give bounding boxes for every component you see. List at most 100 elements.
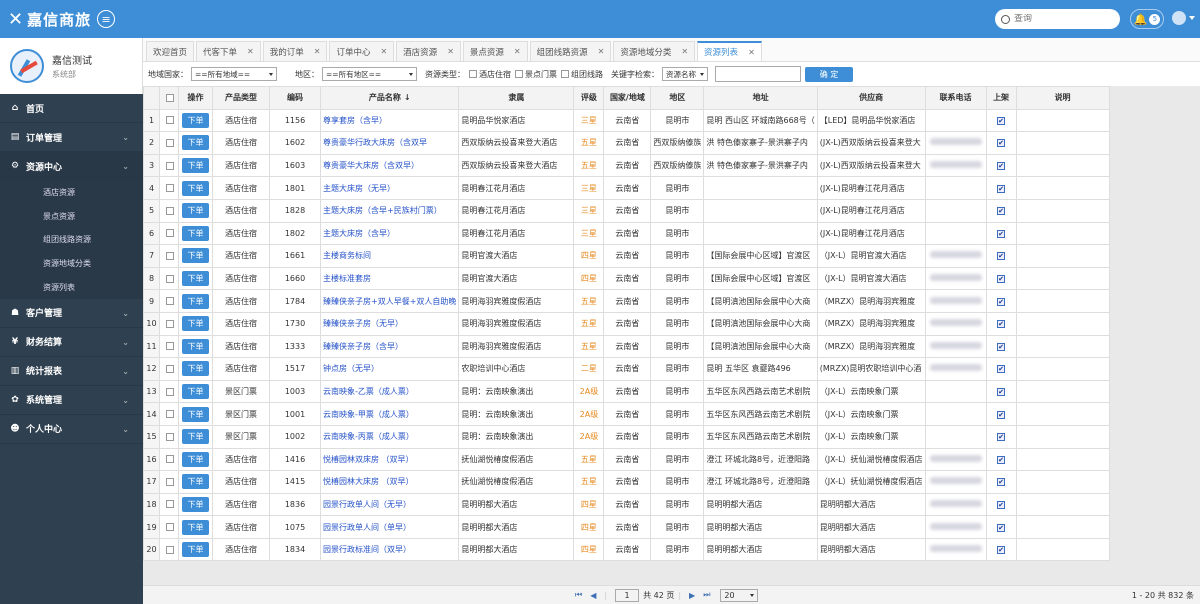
product-name-link[interactable]: 尊贵豪华大床房（含双早）	[323, 161, 419, 170]
row-checkbox[interactable]	[166, 297, 174, 306]
table-row[interactable]: 2 下单 酒店住宿 1602 尊贵豪华行政大床房（含双早 西双版纳云投喜来登大酒店 五星 云南…	[143, 131, 1110, 155]
product-name-link[interactable]: 臻臻侠亲子房（含早）	[323, 342, 403, 351]
column-header[interactable]: 国家/地域	[603, 86, 652, 110]
product-name-link[interactable]: 园景行政单人间（单早）	[323, 523, 411, 532]
product-name-link[interactable]: 主楼标准套房	[323, 274, 371, 283]
select-all-checkbox[interactable]	[166, 93, 174, 102]
table-row[interactable]: 14 下单 景区门票 1001 云南映象-甲票（成人票） 昆明：云南映象演出 2A级 云南省昆…	[143, 402, 1110, 426]
sidebar-item-5[interactable]: ▥ 统计报表 ⌄	[0, 357, 143, 386]
product-name-link[interactable]: 园景行政单人间（无早）	[323, 500, 411, 509]
sidebar-item-7[interactable]: ☻ 个人中心 ⌄	[0, 415, 143, 444]
close-icon[interactable]: ✕	[748, 48, 755, 57]
table-row[interactable]: 19 下单 酒店住宿 1075 园景行政单人间（单早） 昆明明都大酒店 四星 云南省 昆明市 昆明…	[143, 515, 1110, 539]
column-header[interactable]: 操作	[178, 86, 213, 110]
type-checkbox-scenic[interactable]	[515, 70, 523, 78]
row-checkbox[interactable]	[166, 161, 174, 170]
listed-checkbox[interactable]: ✔	[997, 275, 1006, 284]
sidebar-item-3[interactable]: ☗ 客户管理 ⌄	[0, 299, 143, 328]
tab-2[interactable]: 我的订单 ✕	[262, 41, 328, 61]
last-page-icon[interactable]: ⏭	[703, 590, 710, 600]
close-icon[interactable]: ✕	[681, 47, 688, 56]
search-input[interactable]	[1014, 14, 1109, 24]
row-checkbox[interactable]	[166, 432, 174, 441]
column-header[interactable]: 联系电话	[924, 86, 987, 110]
table-row[interactable]: 17 下单 酒店住宿 1415 悦椿园林大床房 （双早） 抚仙湖悦椿度假酒店 五星 云南省 昆明…	[143, 470, 1110, 494]
next-page-icon[interactable]: ▶	[689, 591, 695, 600]
column-header[interactable]: 产品类型	[212, 86, 270, 110]
sidebar-subitem[interactable]: 酒店资源	[0, 181, 143, 205]
row-checkbox[interactable]	[166, 229, 174, 238]
close-icon[interactable]: ✕	[247, 47, 254, 56]
product-name-link[interactable]: 云南映象-丙票（成人票）	[323, 432, 414, 441]
order-button[interactable]: 下单	[182, 338, 209, 354]
column-header[interactable]: 地址	[703, 86, 818, 110]
listed-checkbox[interactable]: ✔	[997, 229, 1006, 238]
table-row[interactable]: 3 下单 酒店住宿 1603 尊贵豪华大床房（含双早） 西双版纳云投喜来登大酒店 五星 云南省…	[143, 153, 1110, 178]
sidebar-item-0[interactable]: ⌂ 首页	[0, 94, 143, 123]
table-row[interactable]: 13 下单 景区门票 1003 云南映象-乙票（成人票） 昆明：云南映象演出 2A级 云南省昆…	[143, 379, 1110, 404]
row-checkbox[interactable]	[166, 319, 174, 328]
country-select[interactable]: ==所有地域==	[191, 67, 277, 81]
order-button[interactable]: 下单	[182, 112, 209, 128]
table-row[interactable]: 7 下单 酒店住宿 1661 主楼商务标间 昆明官渡大酒店 四星 云南省 昆明市 【国际会展中心区…	[143, 244, 1110, 268]
order-button[interactable]: 下单	[182, 203, 209, 219]
sidebar-subitem[interactable]: 资源列表	[0, 275, 143, 299]
table-row[interactable]: 15 下单 景区门票 1002 云南映象-丙票（成人票） 昆明：云南映象演出 2A级 云南省昆…	[143, 424, 1110, 449]
type-checkbox-hotel[interactable]	[469, 70, 477, 78]
tab-6[interactable]: 组团线路资源 ✕	[529, 41, 612, 61]
order-button[interactable]: 下单	[182, 293, 209, 309]
order-button[interactable]: 下单	[182, 158, 209, 174]
user-dropdown-icon[interactable]	[1189, 16, 1195, 20]
column-header[interactable]: 供应商	[816, 86, 926, 110]
table-row[interactable]: 20 下单 酒店住宿 1834 园景行政标准间（双早） 昆明明都大酒店 四星 云南省 昆明市 昆明…	[143, 537, 1110, 562]
listed-checkbox[interactable]: ✔	[997, 455, 1006, 464]
table-row[interactable]: 4 下单 酒店住宿 1801 主题大床房（无早） 昆明春江花月酒店 三星 云南省 昆明市 (JX-…	[143, 176, 1110, 200]
product-name-link[interactable]: 云南映象-乙票（成人票）	[323, 387, 414, 396]
order-button[interactable]: 下单	[182, 225, 209, 241]
listed-checkbox[interactable]: ✔	[997, 388, 1006, 397]
notification-button[interactable]: 🔔 5	[1130, 9, 1164, 29]
confirm-button[interactable]: 确 定	[805, 66, 853, 82]
product-name-link[interactable]: 臻臻侠亲子房+双人早餐+双人自助晚	[323, 297, 456, 306]
order-button[interactable]: 下单	[182, 180, 209, 196]
order-button[interactable]: 下单	[182, 361, 209, 377]
close-icon[interactable]: ✕	[514, 47, 521, 56]
row-checkbox[interactable]	[166, 523, 174, 532]
sidebar-subitem[interactable]: 资源地域分类	[0, 252, 143, 276]
page-size-select[interactable]: 20	[720, 588, 759, 602]
sidebar-item-2[interactable]: ⚙ 资源中心 ⌄	[0, 152, 143, 181]
column-header[interactable]: 隶属	[458, 86, 575, 110]
listed-checkbox[interactable]: ✔	[997, 546, 1006, 555]
listed-checkbox[interactable]: ✔	[997, 207, 1006, 216]
close-icon[interactable]: ✕	[447, 47, 454, 56]
page-number-input[interactable]: 1	[615, 588, 640, 602]
keyword-input[interactable]	[715, 66, 801, 82]
product-name-link[interactable]: 主题大床房（含早）	[323, 229, 395, 238]
sidebar-subitem[interactable]: 景点资源	[0, 205, 143, 229]
order-button[interactable]: 下单	[182, 316, 209, 332]
tab-4[interactable]: 酒店资源 ✕	[396, 41, 461, 61]
product-name-link[interactable]: 云南映象-甲票（成人票）	[323, 410, 414, 419]
table-row[interactable]: 5 下单 酒店住宿 1828 主题大床房（含早+民族村门票） 昆明春江花月酒店 三星 云南省昆…	[143, 198, 1110, 223]
row-checkbox[interactable]	[166, 500, 174, 509]
product-name-link[interactable]: 悦椿园林双床房 （双早）	[323, 455, 414, 464]
product-name-link[interactable]: 尊享套房（含早）	[323, 116, 387, 125]
product-name-link[interactable]: 主题大床房（含早+民族村门票）	[323, 206, 442, 215]
user-avatar-icon[interactable]	[1172, 11, 1186, 25]
order-button[interactable]: 下单	[182, 384, 209, 400]
tab-3[interactable]: 订单中心 ✕	[329, 41, 395, 61]
close-icon[interactable]: ✕	[380, 47, 387, 56]
order-button[interactable]: 下单	[182, 451, 209, 467]
column-header[interactable]: 产品名称 ↓	[319, 86, 460, 110]
table-row[interactable]: 1 下单 酒店住宿 1156 尊享套房（含早） 昆明品华悦家酒店 三星 云南省 昆明市 昆明 西山…	[143, 108, 1110, 133]
row-checkbox[interactable]	[166, 364, 174, 373]
tab-5[interactable]: 景点资源 ✕	[462, 41, 528, 61]
table-row[interactable]: 6 下单 酒店住宿 1802 主题大床房（含早） 昆明春江花月酒店 三星 云南省 昆明市 (JX-…	[143, 221, 1110, 246]
menu-toggle-icon[interactable]: ≡	[97, 10, 116, 28]
listed-checkbox[interactable]: ✔	[997, 252, 1006, 261]
table-row[interactable]: 12 下单 酒店住宿 1517 钟点房（无早） 农职培训中心酒店 二星 云南省 昆明市 昆明 五华…	[143, 357, 1110, 381]
order-button[interactable]: 下单	[182, 474, 209, 490]
product-name-link[interactable]: 悦椿园林大床房 （双早）	[323, 477, 414, 486]
region-select[interactable]: ==所有地区==	[322, 67, 417, 81]
first-page-icon[interactable]: ⏮	[575, 590, 582, 600]
